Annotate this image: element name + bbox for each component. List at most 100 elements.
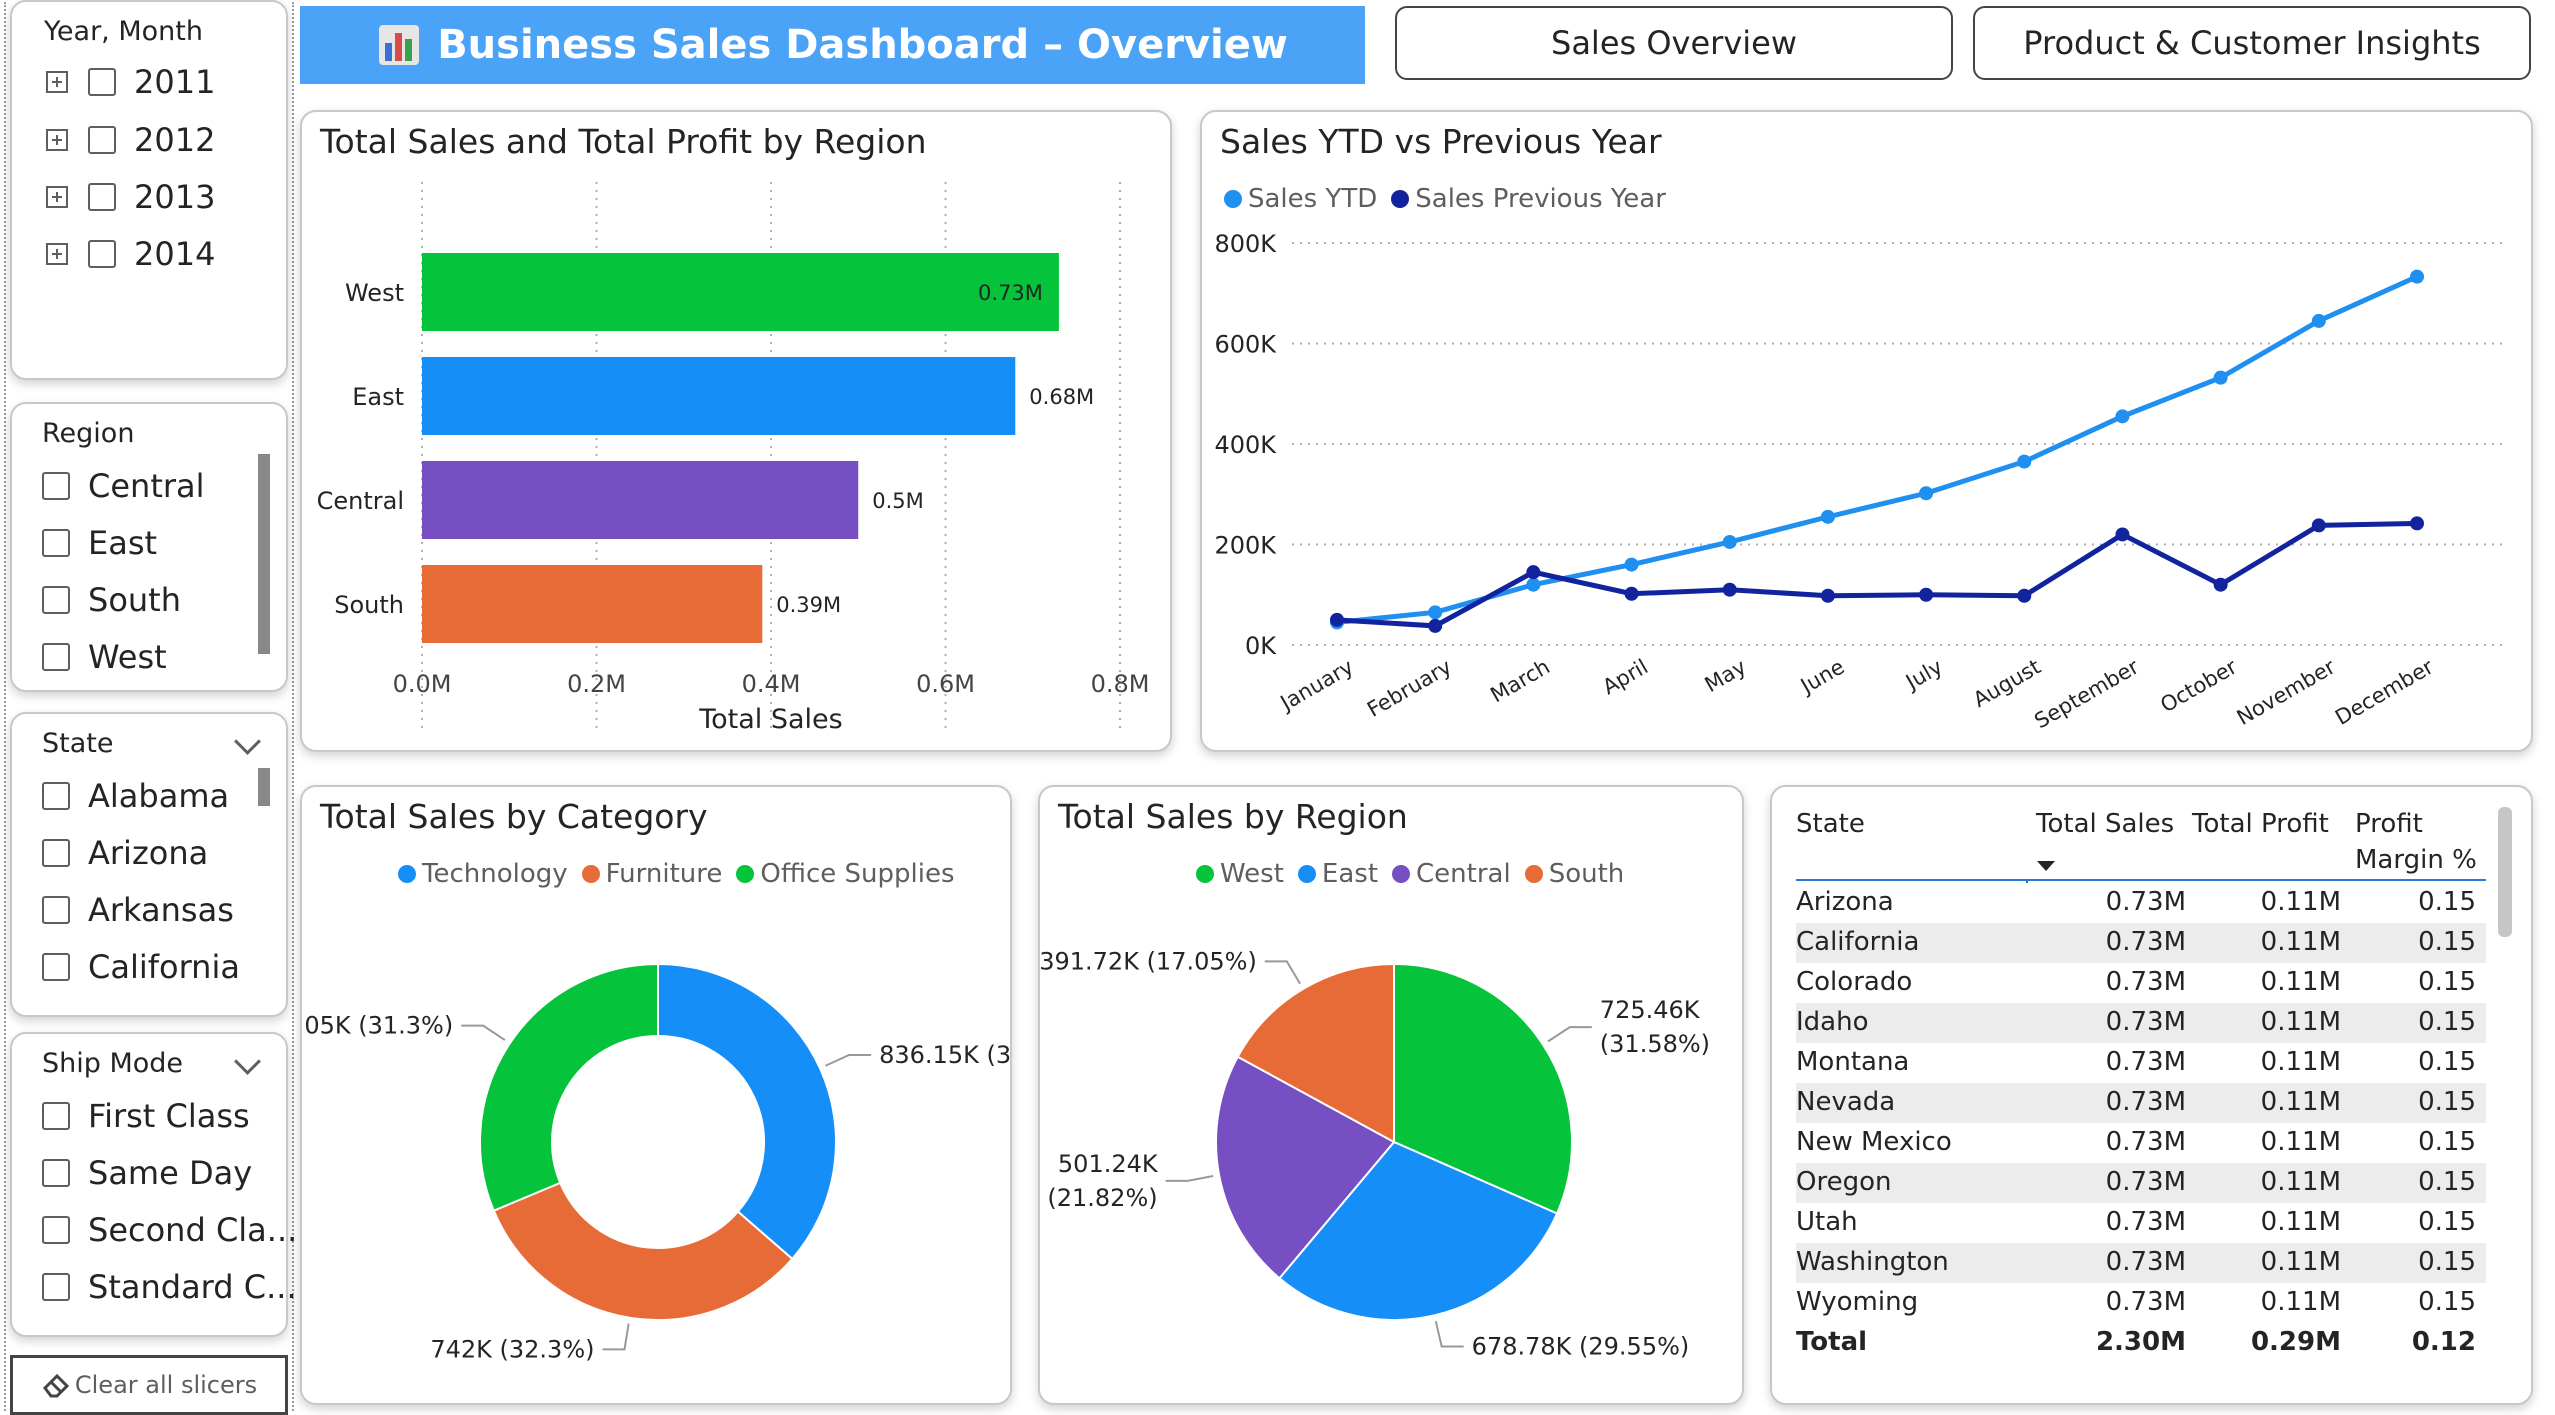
table-row[interactable]: Wyoming 0.73M 0.11M 0.15 (1796, 1283, 2486, 1323)
leader-line (602, 1323, 630, 1351)
table-row[interactable]: California 0.73M 0.11M 0.15 (1796, 923, 2486, 963)
cell-total-profit: 0.11M (2260, 1007, 2341, 1037)
bar (422, 565, 763, 643)
category-label: South (334, 591, 404, 619)
data-point (2017, 454, 2032, 469)
sort-descending-icon[interactable] (2036, 859, 2056, 873)
checkbox[interactable] (88, 68, 116, 96)
cell-profit-margin: 0.15 (2418, 1207, 2476, 1237)
slicer-item-2011[interactable]: 2011 (46, 62, 215, 102)
table-row[interactable]: Idaho 0.73M 0.11M 0.15 (1796, 1003, 2486, 1043)
table-scrollbar[interactable] (2498, 807, 2512, 937)
slice-label: (31.58%) (1600, 1030, 1710, 1058)
y-tick-label: 600K (1214, 331, 1277, 359)
table-row[interactable]: New Mexico 0.73M 0.11M 0.15 (1796, 1123, 2486, 1163)
table-row[interactable]: Washington 0.73M 0.11M 0.15 (1796, 1243, 2486, 1283)
checkbox[interactable] (42, 529, 70, 557)
cell-profit-margin: 0.15 (2418, 1167, 2476, 1197)
data-point (2017, 588, 2032, 603)
leader-line (461, 1024, 506, 1041)
checkbox[interactable] (88, 183, 116, 211)
checkbox[interactable] (42, 643, 70, 671)
table-row[interactable]: Oregon 0.73M 0.11M 0.15 (1796, 1163, 2486, 1203)
scrollbar-thumb[interactable] (258, 454, 270, 654)
checkbox[interactable] (42, 1102, 70, 1130)
checkbox[interactable] (42, 1159, 70, 1187)
checkbox[interactable] (42, 1216, 70, 1244)
checkbox[interactable] (42, 953, 70, 981)
data-point (1722, 534, 1737, 549)
checkbox[interactable] (42, 782, 70, 810)
clear-slicers-button[interactable]: Clear all slicers (10, 1355, 288, 1415)
column-header-total-profit[interactable]: Total Profit (2192, 809, 2329, 839)
column-header-total-sales[interactable]: Total Sales (2036, 809, 2174, 839)
cell-total-profit: 0.11M (2260, 927, 2341, 957)
bar-chart: 0.0M 0.2M 0.4M 0.6M 0.8M West 0.73M East 0.68M Ce… (317, 182, 1149, 735)
cell-profit-margin: 0.15 (2418, 1047, 2476, 1077)
expand-icon[interactable] (46, 243, 68, 265)
cell-state: Wyoming (1796, 1287, 1919, 1317)
checkbox[interactable] (42, 1273, 70, 1301)
slicer-item-standard-class[interactable]: Standard C... (42, 1267, 297, 1307)
chevron-down-icon[interactable] (234, 1048, 261, 1075)
slicer-item-arizona[interactable]: Arizona (42, 833, 208, 873)
pie-chart-card: Total Sales by Region West East Central … (1038, 785, 1744, 1405)
slice-label: 742K (32.3%) (430, 1335, 594, 1363)
checkbox[interactable] (88, 126, 116, 154)
data-label: 0.68M (1029, 385, 1094, 409)
pie-chart: 725.46K (31.58%) 678.78K (29.55%) 501.24K (2… (1040, 947, 1710, 1360)
slicer-item-label: First Class (88, 1097, 250, 1135)
x-axis-title: Total Sales (698, 704, 843, 735)
column-header-state[interactable]: State (1796, 809, 1865, 839)
product-customer-insights-button[interactable]: Product & Customer Insights (1973, 6, 2531, 80)
column-header-profit[interactable]: Profit (2355, 809, 2423, 839)
expand-icon[interactable] (46, 186, 68, 208)
slicer-item-2013[interactable]: 2013 (46, 177, 215, 217)
column-header-margin[interactable]: Margin % (2355, 845, 2477, 875)
table-row[interactable]: Nevada 0.73M 0.11M 0.15 (1796, 1083, 2486, 1123)
cell-state: Montana (1796, 1047, 1910, 1077)
chevron-down-icon[interactable] (234, 728, 261, 755)
slicer-item-2014[interactable]: 2014 (46, 234, 215, 274)
slicer-item-california[interactable]: California (42, 947, 240, 987)
sales-overview-button[interactable]: Sales Overview (1395, 6, 1953, 80)
slicer-item-label: Alabama (88, 777, 230, 815)
checkbox[interactable] (88, 240, 116, 268)
bar-chart-icon (379, 25, 420, 65)
dashboard-header: Business Sales Dashboard – Overview (300, 6, 1365, 84)
table-row[interactable]: Arizona 0.73M 0.11M 0.15 (1796, 883, 2486, 923)
cell-total-sales: 0.73M (2105, 1007, 2186, 1037)
slicer-item-east[interactable]: East (42, 523, 157, 563)
checkbox[interactable] (42, 586, 70, 614)
cell-state: Arizona (1796, 887, 1894, 917)
x-tick-label: 0.0M (393, 670, 452, 698)
cell-total-profit: 0.11M (2260, 1247, 2341, 1277)
table-row[interactable]: Colorado 0.73M 0.11M 0.15 (1796, 963, 2486, 1003)
data-point (1820, 509, 1835, 524)
slicer-item-west[interactable]: West (42, 637, 167, 677)
cell-total-sales: 0.73M (2105, 1247, 2186, 1277)
expand-icon[interactable] (46, 129, 68, 151)
scrollbar-thumb[interactable] (258, 768, 270, 806)
expand-icon[interactable] (46, 71, 68, 93)
x-tick-label: June (1795, 655, 1848, 700)
data-point (1428, 618, 1443, 633)
slicer-item-central[interactable]: Central (42, 466, 205, 506)
slicer-item-label: California (88, 948, 240, 986)
cell-profit-margin: 0.15 (2418, 1127, 2476, 1157)
slicer-item-2012[interactable]: 2012 (46, 120, 215, 160)
checkbox[interactable] (42, 472, 70, 500)
table-row[interactable]: Montana 0.73M 0.11M 0.15 (1796, 1043, 2486, 1083)
table-row[interactable]: Utah 0.73M 0.11M 0.15 (1796, 1203, 2486, 1243)
slicer-item-second-class[interactable]: Second Cla... (42, 1210, 297, 1250)
slicer-item-south[interactable]: South (42, 580, 181, 620)
donut-chart: 836.15K (36.4%) 742K (32.3%) 719.05K (31.3… (302, 962, 1010, 1363)
checkbox[interactable] (42, 896, 70, 924)
cell-total-sales: 0.73M (2105, 927, 2186, 957)
slicer-item-first-class[interactable]: First Class (42, 1096, 250, 1136)
slicer-item-alabama[interactable]: Alabama (42, 776, 229, 816)
slicer-item-arkansas[interactable]: Arkansas (42, 890, 234, 930)
slicer-item-same-day[interactable]: Same Day (42, 1153, 252, 1193)
checkbox[interactable] (42, 839, 70, 867)
cell-profit-margin: 0.15 (2418, 887, 2476, 917)
